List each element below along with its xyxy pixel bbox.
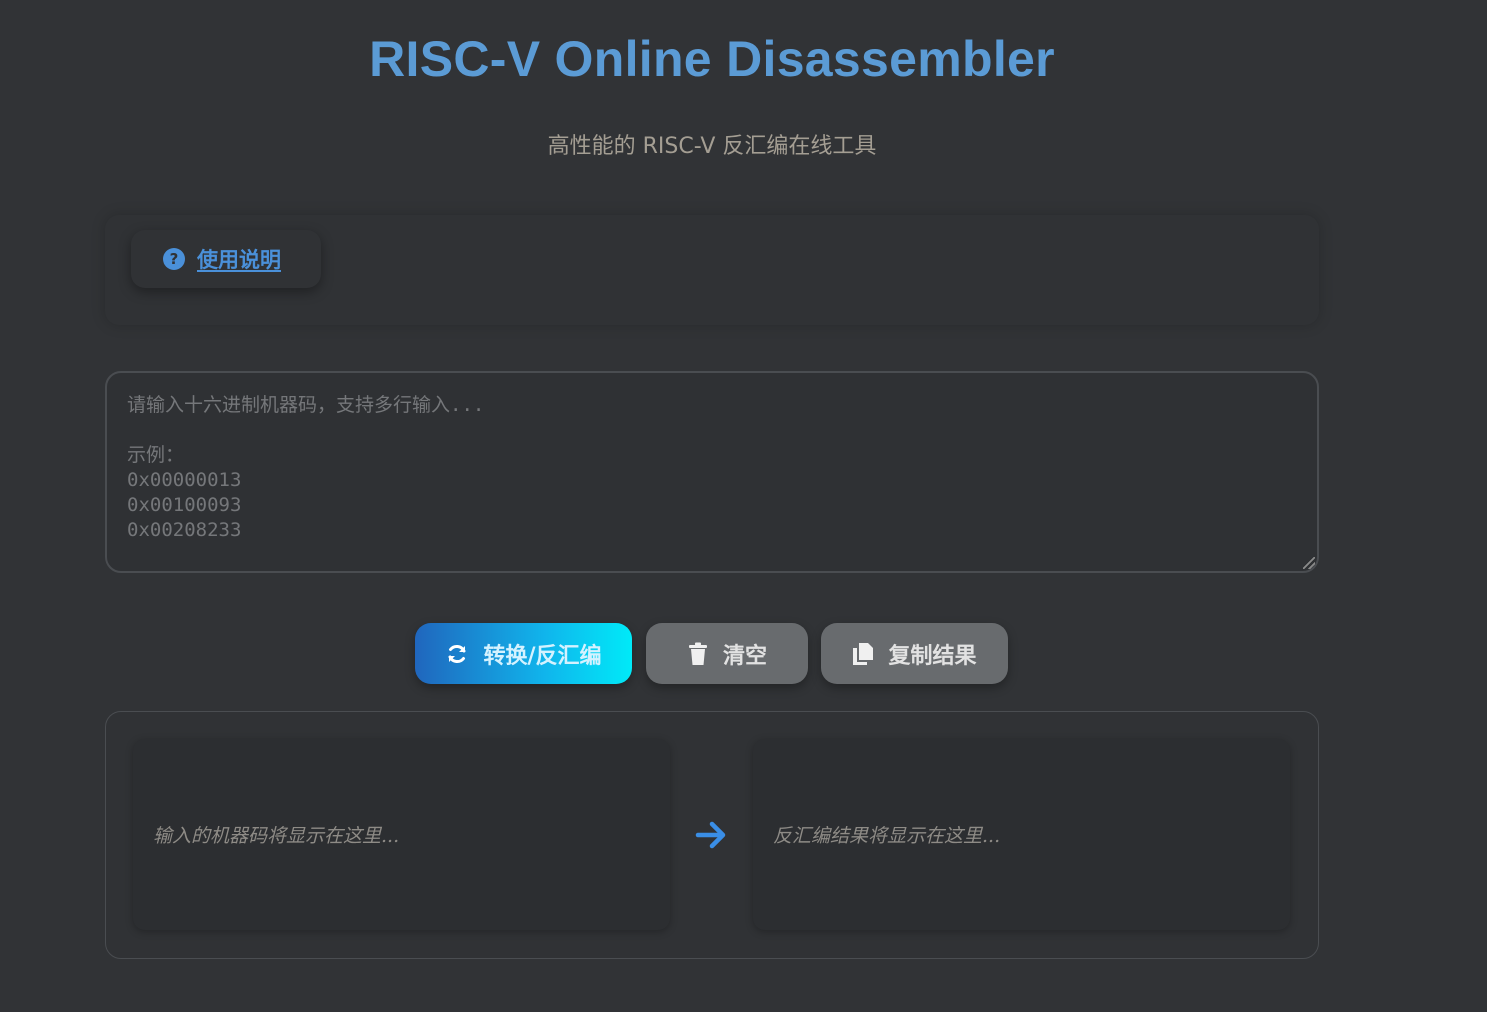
refresh-icon: [445, 642, 469, 666]
machine-code-input-container: [105, 371, 1319, 573]
machine-code-input[interactable]: [107, 373, 1317, 571]
arrow-right-icon: [693, 818, 729, 852]
clear-button[interactable]: 清空: [646, 623, 808, 684]
input-echo-pane: 输入的机器码将显示在这里...: [133, 739, 670, 930]
copy-icon: [852, 642, 874, 666]
disassembly-output-pane: 反汇编结果将显示在这里...: [753, 739, 1290, 930]
help-button[interactable]: ? 使用说明: [131, 230, 321, 288]
disassembly-output-placeholder: 反汇编结果将显示在这里...: [773, 825, 1001, 847]
trash-icon: [687, 642, 709, 666]
page: RISC-V Online Disassembler 高性能的 RISC-V 反…: [0, 0, 1487, 1012]
copy-result-button[interactable]: 复制结果: [821, 623, 1008, 684]
convert-button[interactable]: 转换/反汇编: [415, 623, 632, 684]
resize-handle-icon[interactable]: [1303, 557, 1315, 569]
page-subtitle: 高性能的 RISC-V 反汇编在线工具: [547, 134, 877, 159]
input-echo-placeholder: 输入的机器码将显示在这里...: [153, 825, 400, 847]
clear-button-label: 清空: [722, 643, 767, 669]
copy-result-button-label: 复制结果: [888, 643, 977, 669]
question-circle-icon: ?: [163, 248, 185, 270]
convert-button-label: 转换/反汇编: [483, 643, 602, 669]
page-title: RISC-V Online Disassembler: [369, 31, 1055, 87]
help-button-label: 使用说明: [197, 248, 281, 272]
